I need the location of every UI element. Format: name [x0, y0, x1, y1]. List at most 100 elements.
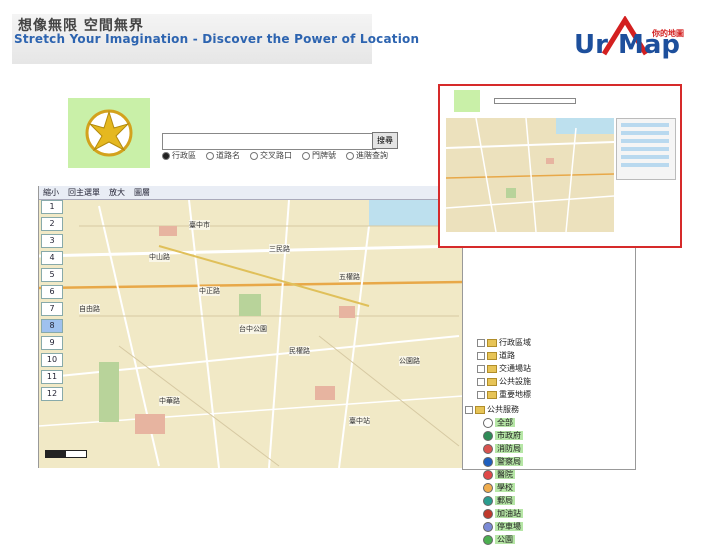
layer-item[interactable]: 停車場 [483, 521, 523, 532]
layer-label: 醫院 [495, 470, 515, 479]
inset-screenshot [438, 84, 682, 248]
tree-folder[interactable]: 行政區域 [477, 337, 531, 348]
police-icon [483, 456, 493, 467]
tree-group-label: 公共服務 [487, 405, 519, 414]
inset-map-streets [446, 118, 614, 232]
layer-item[interactable]: 加油站 [483, 508, 523, 519]
layer-item[interactable]: 全部 [483, 417, 515, 428]
map-label: 公園路 [399, 356, 420, 366]
folder-icon [487, 338, 497, 347]
layer-label: 加油站 [495, 509, 523, 518]
search-mode-option[interactable]: 行政區 [162, 150, 196, 161]
folder-icon [475, 405, 485, 414]
map-label: 自由路 [79, 304, 100, 314]
zoom-level-button[interactable]: 10 [41, 353, 63, 367]
map-label: 臺中市 [189, 220, 210, 230]
tree-folder[interactable]: 公共設施 [477, 376, 531, 387]
gas-station-icon [483, 508, 493, 519]
map-toolbar-button[interactable]: 圖層 [132, 187, 152, 198]
radio-icon[interactable] [302, 151, 310, 160]
search-mode-option[interactable]: 交叉路口 [250, 150, 292, 161]
tree-folder-label: 交通場站 [499, 364, 531, 373]
expand-icon[interactable] [477, 377, 485, 386]
phoenix-emblem-icon [85, 109, 133, 157]
layer-label: 警察局 [495, 457, 523, 466]
zoom-level-button[interactable]: 4 [41, 251, 63, 265]
search-mode-label: 門牌號 [312, 151, 336, 160]
checkbox-icon [483, 417, 493, 428]
map-toolbar-button[interactable]: 縮小 [41, 187, 61, 198]
map-label: 臺中站 [349, 416, 370, 426]
zoom-level-button[interactable]: 8 [41, 319, 63, 333]
zoom-level-button[interactable]: 5 [41, 268, 63, 282]
school-icon [483, 482, 493, 493]
layer-label: 郵局 [495, 496, 515, 505]
tree-folder-label: 公共設施 [499, 377, 531, 386]
layer-label: 停車場 [495, 522, 523, 531]
slogan-banner: 想像無限 空間無界 Stretch Your Imagination - Dis… [12, 14, 419, 64]
zoom-level-button[interactable]: 9 [41, 336, 63, 350]
expand-icon[interactable] [477, 351, 485, 360]
tree-group[interactable]: 公共服務 [465, 404, 519, 415]
tree-folder[interactable]: 道路 [477, 350, 515, 361]
zoom-level-button[interactable]: 12 [41, 387, 63, 401]
government-icon [483, 430, 493, 441]
layer-label: 全部 [495, 418, 515, 427]
hospital-icon [483, 469, 493, 480]
search-button[interactable]: 搜尋 [372, 132, 398, 149]
layer-item[interactable]: 學校 [483, 482, 515, 493]
map-label: 中華路 [159, 396, 180, 406]
map-label: 中山路 [149, 252, 170, 262]
radio-icon[interactable] [250, 151, 258, 160]
radio-icon[interactable] [162, 151, 170, 160]
layer-item[interactable]: 警察局 [483, 456, 523, 467]
layer-item[interactable]: 消防局 [483, 443, 523, 454]
search-mode-label: 進階查詢 [356, 151, 388, 160]
collapse-icon[interactable] [465, 405, 473, 414]
tree-folder[interactable]: 重要地標 [477, 389, 531, 400]
map-label: 五權路 [339, 272, 360, 282]
expand-icon[interactable] [477, 390, 485, 399]
post-office-icon [483, 495, 493, 506]
search-input[interactable] [162, 133, 376, 150]
zoom-level-button[interactable]: 11 [41, 370, 63, 384]
logo-tagline: 你的地圖 [652, 29, 684, 38]
map-toolbar-button[interactable]: 回主選單 [66, 187, 102, 198]
fire-station-icon [483, 443, 493, 454]
inset-search-box [494, 98, 576, 104]
radio-icon[interactable] [346, 151, 354, 160]
map-label: 台中公園 [239, 324, 267, 334]
search-mode-label: 行政區 [172, 151, 196, 160]
search-mode-option[interactable]: 道路名 [206, 150, 240, 161]
layer-item[interactable]: 市政府 [483, 430, 523, 441]
map-toolbar: 縮小 回主選單 放大 圖層 [39, 186, 463, 200]
layer-label: 市政府 [495, 431, 523, 440]
zoom-level-button[interactable]: 7 [41, 302, 63, 316]
layer-item[interactable]: 郵局 [483, 495, 515, 506]
parking-icon [483, 521, 493, 532]
search-mode-label: 道路名 [216, 151, 240, 160]
map-toolbar-button[interactable]: 放大 [107, 187, 127, 198]
zoom-level-button[interactable]: 3 [41, 234, 63, 248]
inset-emblem [454, 90, 480, 112]
search-mode-options: 行政區 道路名 交叉路口 門牌號 進階查詢 [162, 150, 402, 164]
tree-folder-label: 重要地標 [499, 390, 531, 399]
radio-icon[interactable] [206, 151, 214, 160]
zoom-level-button[interactable]: 2 [41, 217, 63, 231]
search-mode-option[interactable]: 進階查詢 [346, 150, 388, 161]
expand-icon[interactable] [477, 338, 485, 347]
zoom-bar: 1 2 3 4 5 6 7 8 9 10 11 12 [41, 200, 63, 401]
map-view[interactable]: 臺中市 中山路 中正路 五權路 三民路 自由路 公園路 民權路 中華路 台中公園 臺中站 縮小 回主選… [38, 186, 463, 468]
map-label: 三民路 [269, 244, 290, 254]
folder-icon [487, 377, 497, 386]
expand-icon[interactable] [477, 364, 485, 373]
search-mode-option[interactable]: 門牌號 [302, 150, 336, 161]
map-label: 中正路 [199, 286, 220, 296]
map-labels: 臺中市 中山路 中正路 五權路 三民路 自由路 公園路 民權路 中華路 台中公園 臺中站 [39, 186, 463, 468]
zoom-level-button[interactable]: 6 [41, 285, 63, 299]
layer-label: 學校 [495, 483, 515, 492]
search-mode-label: 交叉路口 [260, 151, 292, 160]
tree-folder[interactable]: 交通場站 [477, 363, 531, 374]
layer-item[interactable]: 醫院 [483, 469, 515, 480]
zoom-level-button[interactable]: 1 [41, 200, 63, 214]
